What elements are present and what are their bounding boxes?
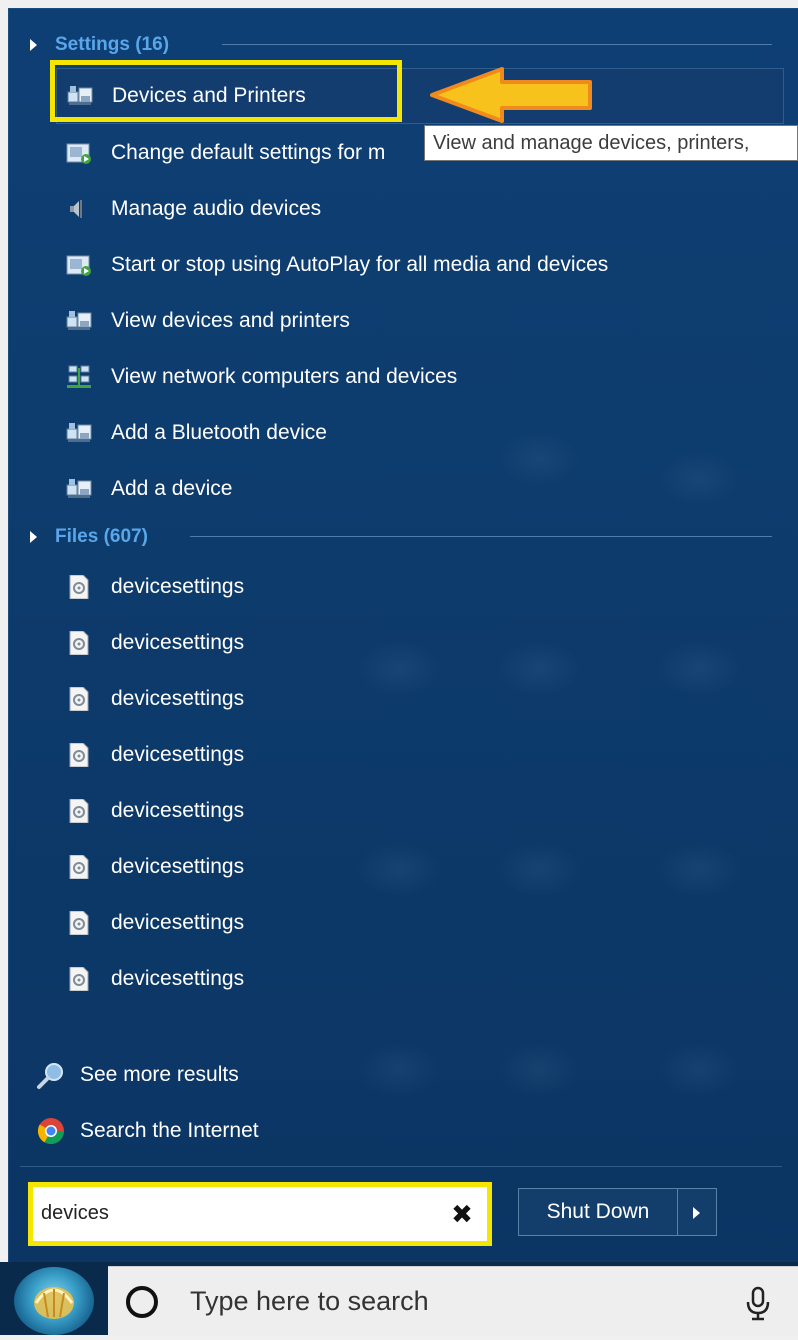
autoplay-icon [66, 141, 92, 165]
search-internet-link[interactable]: Search the Internet [36, 1111, 259, 1151]
microphone-icon[interactable] [744, 1286, 772, 1322]
cortana-icon[interactable] [126, 1286, 158, 1318]
settings-file-icon [66, 574, 92, 600]
search-box[interactable]: ✖ [28, 1182, 492, 1246]
expand-triangle-icon [30, 531, 37, 543]
file-result[interactable]: devicesettings [52, 788, 244, 834]
file-result[interactable]: devicesettings [52, 732, 244, 778]
see-more-label: See more results [80, 1063, 239, 1086]
result-label: devicesettings [111, 855, 245, 878]
files-section-label: Files (607) [55, 526, 148, 547]
settings-file-icon [66, 742, 92, 768]
result-label: Add a Bluetooth device [111, 421, 327, 444]
section-divider [190, 536, 772, 537]
expand-triangle-icon [30, 39, 37, 51]
shut-down-options-button[interactable] [677, 1188, 717, 1236]
result-label: View devices and printers [111, 309, 350, 332]
speaker-icon [66, 197, 92, 221]
result-label: devicesettings [111, 631, 245, 654]
start-orb-icon [34, 1287, 74, 1319]
devices-printers-icon [66, 309, 92, 333]
shut-down-button[interactable]: Shut Down [518, 1188, 678, 1236]
taskbar-search-placeholder[interactable]: Type here to search [190, 1286, 429, 1317]
result-label: Manage audio devices [111, 197, 322, 220]
settings-file-icon [66, 910, 92, 936]
clear-search-icon[interactable]: ✖ [449, 1197, 475, 1231]
annotation-arrow-icon [430, 67, 592, 123]
result-label: devicesettings [111, 743, 245, 766]
result-label: Start or stop using AutoPlay for all med… [111, 253, 609, 276]
result-label: devicesettings [111, 967, 245, 990]
result-label: devicesettings [111, 911, 245, 934]
autoplay-icon [66, 253, 92, 277]
result-change-default-settings[interactable]: Change default settings for m [52, 130, 385, 176]
settings-section-header[interactable]: Settings (16) [30, 32, 169, 58]
result-label: devicesettings [111, 575, 245, 598]
file-result[interactable]: devicesettings [52, 564, 244, 610]
magnifier-icon [36, 1060, 66, 1090]
file-result[interactable]: devicesettings [52, 956, 244, 1002]
tooltip: View and manage devices, printers, [424, 125, 798, 161]
search-input[interactable] [41, 1193, 441, 1233]
file-result[interactable]: devicesettings [52, 620, 244, 666]
settings-file-icon [66, 966, 92, 992]
settings-file-icon [66, 686, 92, 712]
section-divider [222, 44, 772, 45]
network-icon [66, 365, 92, 389]
settings-file-icon [66, 854, 92, 880]
result-label: Change default settings for m [111, 141, 386, 164]
annotation-highlight-box [50, 60, 402, 122]
result-label: View network computers and devices [111, 365, 458, 388]
chrome-icon [36, 1116, 66, 1146]
see-more-results-link[interactable]: See more results [36, 1055, 239, 1095]
result-manage-audio-devices[interactable]: Manage audio devices [52, 186, 321, 232]
settings-section-label: Settings (16) [55, 34, 170, 55]
settings-file-icon [66, 798, 92, 824]
file-result[interactable]: devicesettings [52, 676, 244, 722]
start-button[interactable] [14, 1267, 94, 1335]
result-label: devicesettings [111, 687, 245, 710]
result-view-network-computers[interactable]: View network computers and devices [52, 354, 457, 400]
result-label: devicesettings [111, 799, 245, 822]
search-internet-label: Search the Internet [80, 1119, 259, 1142]
result-add-a-device[interactable]: Add a device [52, 466, 232, 512]
files-section-header[interactable]: Files (607) [30, 524, 148, 550]
result-view-devices-and-printers[interactable]: View devices and printers [52, 298, 350, 344]
result-add-bluetooth-device[interactable]: Add a Bluetooth device [52, 410, 327, 456]
result-autoplay[interactable]: Start or stop using AutoPlay for all med… [52, 242, 608, 288]
settings-file-icon [66, 630, 92, 656]
file-result[interactable]: devicesettings [52, 900, 244, 946]
menu-divider [20, 1166, 782, 1167]
result-label: Add a device [111, 477, 233, 500]
shut-down-label: Shut Down [546, 1200, 650, 1223]
devices-printers-icon [66, 477, 92, 501]
file-result[interactable]: devicesettings [52, 844, 244, 890]
devices-printers-icon [66, 421, 92, 445]
